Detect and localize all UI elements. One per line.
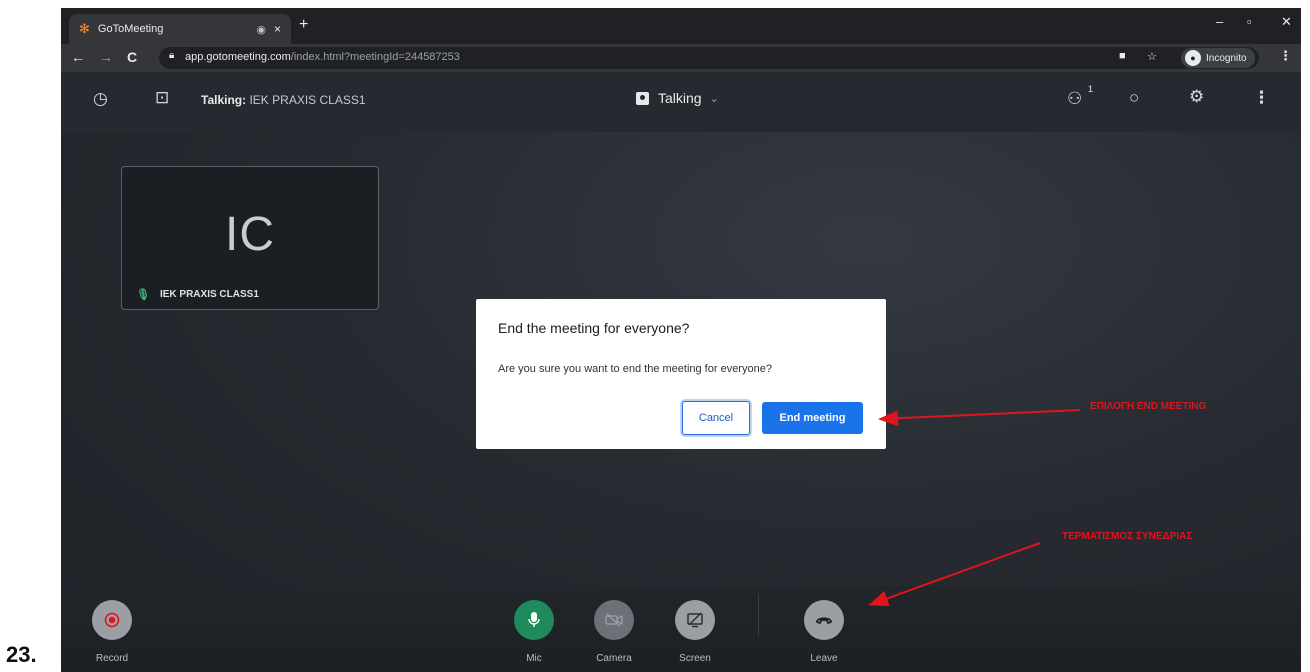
- leave-label: Leave: [810, 653, 838, 664]
- participant-name: IEK PRAXIS CLASS1: [159, 289, 259, 300]
- browser-menu-icon[interactable]: ⋮: [1279, 48, 1292, 64]
- chat-icon[interactable]: ○: [1129, 88, 1139, 108]
- participants-icon[interactable]: ⚇: [1067, 89, 1082, 109]
- mic-control[interactable]: Mic: [504, 600, 564, 664]
- talking-indicator: Talking: IEK PRAXIS CLASS1: [201, 93, 366, 107]
- participant-count: 1: [1088, 84, 1094, 94]
- info-clock-icon[interactable]: ◷: [93, 89, 108, 109]
- record-control[interactable]: Record: [82, 600, 142, 664]
- url-path: /index.html?meetingId=244587253: [290, 51, 460, 63]
- lock-icon[interactable]: 🔒︎: [169, 50, 174, 61]
- view-mode-label: Talking: [658, 90, 702, 106]
- browser-toolbar: ← → C 🔒︎ app.gotomeeting.com/index.html?…: [61, 44, 1301, 72]
- view-mode-dropdown[interactable]: Talking ⌄: [636, 90, 719, 106]
- address-bar[interactable]: 🔒︎ app.gotomeeting.com/index.html?meetin…: [159, 47, 1259, 69]
- leave-annotation: ΤΕΡΜΑΤΙΣΜΟΣ ΣΥΝΕΔΡΙΑΣ: [1062, 531, 1193, 542]
- camera-control[interactable]: Camera: [584, 600, 644, 664]
- record-label: Record: [95, 653, 129, 664]
- settings-gear-icon[interactable]: ⚙: [1189, 87, 1204, 107]
- mic-active-icon: 🎙︎: [136, 289, 150, 301]
- tab-title: GoToMeeting: [97, 23, 164, 35]
- tab-gotomeeting[interactable]: ✻ GoToMeeting ◉ ×: [69, 14, 291, 44]
- microphone-icon[interactable]: [514, 600, 554, 640]
- participant-tile[interactable]: IC 🎙︎ IEK PRAXIS CLASS1: [121, 166, 379, 310]
- screen-control[interactable]: Screen: [665, 600, 725, 664]
- step-number: 23.: [6, 642, 37, 667]
- more-options-icon[interactable]: ⋮: [1253, 88, 1270, 108]
- tab-strip: ✻ GoToMeeting ◉ × + – ▫ ✕: [61, 8, 1301, 44]
- end-meeting-dialog: End the meeting for everyone? Are you su…: [476, 299, 886, 449]
- talking-prefix: Talking:: [201, 93, 247, 107]
- participant-name-row: 🎙︎ IEK PRAXIS CLASS1: [136, 288, 259, 301]
- camera-off-icon[interactable]: [594, 600, 634, 640]
- screen-share-off-icon[interactable]: [675, 600, 715, 640]
- incognito-icon: ●: [1185, 50, 1201, 66]
- forward-button[interactable]: →: [99, 49, 113, 65]
- incognito-label: Incognito: [1206, 52, 1247, 64]
- audio-playing-icon[interactable]: ◉: [256, 23, 266, 36]
- meeting-top-bar: ◷ ⊡ Talking: IEK PRAXIS CLASS1 Talking ⌄…: [61, 72, 1301, 132]
- control-divider: [758, 594, 759, 636]
- dialog-message: Are you sure you want to end the meeting…: [498, 363, 772, 375]
- dialog-title: End the meeting for everyone?: [498, 320, 690, 336]
- camera-label: Camera: [596, 653, 632, 664]
- talking-name: IEK PRAXIS CLASS1: [249, 93, 366, 107]
- new-tab-button[interactable]: +: [299, 16, 308, 34]
- end-meeting-button[interactable]: End meeting: [762, 402, 863, 434]
- leave-control[interactable]: Leave: [794, 600, 854, 664]
- close-tab-icon[interactable]: ×: [274, 22, 281, 36]
- camera-in-use-icon[interactable]: ■: [1119, 50, 1126, 62]
- chevron-down-icon: ⌄: [709, 92, 719, 105]
- record-icon[interactable]: [92, 600, 132, 640]
- back-button[interactable]: ←: [71, 49, 85, 65]
- minimize-button[interactable]: –: [1216, 14, 1223, 29]
- screen-label: Screen: [679, 653, 711, 664]
- bottom-control-bar: Record Mic Camera Screen Leave: [61, 586, 1301, 672]
- url-host: app.gotomeeting.com: [185, 51, 291, 63]
- speaker-view-icon: [636, 91, 649, 105]
- participant-initials: IC: [225, 208, 275, 261]
- cancel-button[interactable]: Cancel: [682, 401, 750, 435]
- mic-label: Mic: [526, 653, 542, 664]
- url-text[interactable]: app.gotomeeting.com/index.html?meetingId…: [185, 51, 460, 63]
- reload-button[interactable]: C: [127, 49, 137, 65]
- unlock-icon[interactable]: ⊡: [155, 88, 169, 108]
- incognito-badge[interactable]: ● Incognito: [1181, 48, 1255, 68]
- browser-window: ✻ GoToMeeting ◉ × + – ▫ ✕ ← → C 🔒︎ app.g…: [61, 8, 1301, 672]
- hang-up-icon[interactable]: [804, 600, 844, 640]
- close-window-button[interactable]: ✕: [1281, 14, 1292, 30]
- gotomeeting-logo-icon: ✻: [79, 21, 90, 36]
- end-meeting-annotation: ΕΠΙΛΟΓΗ END MEETING: [1090, 401, 1207, 412]
- maximize-button[interactable]: ▫: [1247, 14, 1252, 29]
- bookmark-star-icon[interactable]: ☆: [1147, 50, 1157, 63]
